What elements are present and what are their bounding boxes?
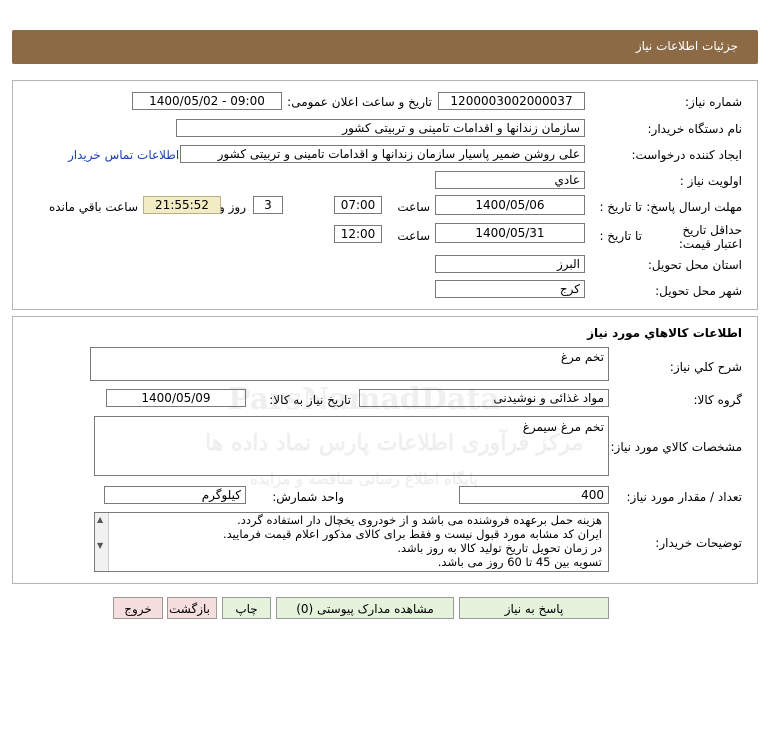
qty-field: 400 bbox=[459, 486, 609, 504]
announce-label: تاریخ و ساعت اعلان عمومی: bbox=[287, 95, 432, 109]
goods-group-label: گروه كالا: bbox=[693, 393, 743, 407]
need-number-field: 1200003002000037 bbox=[438, 92, 585, 110]
validity-time-field: 12:00 bbox=[334, 225, 382, 243]
qty-label: تعداد / مقدار مورد نیاز: bbox=[626, 490, 742, 504]
validity-to-date-label: تا تاریخ : bbox=[599, 229, 642, 243]
need-date-label: تاریخ نیاز به کالا: bbox=[269, 393, 351, 407]
validity-time-label: ساعت bbox=[397, 229, 430, 243]
goods-spec-label: مشخصات كالاي مورد نياز: bbox=[610, 440, 742, 454]
goods-desc-field: تخم مرغ bbox=[90, 347, 609, 381]
scroll-down-icon[interactable]: ▼ bbox=[97, 541, 103, 550]
notes-line: ایران کد مشابه مورد قبول نیست و فقط برای… bbox=[222, 527, 602, 541]
buyer-field: سازمان زندانها و اقدامات تامینی و تربیتی… bbox=[176, 119, 585, 137]
remaining-label: ساعت باقي مانده bbox=[48, 200, 138, 214]
print-button[interactable]: چاپ bbox=[222, 597, 271, 619]
validity-date-field: 1400/05/31 bbox=[435, 223, 585, 243]
creator-label: ایجاد کننده درخواست: bbox=[631, 148, 742, 162]
notes-line: در زمان تحویل تاریخ تولید کالا به روز با… bbox=[397, 541, 602, 555]
goods-desc-label: شرح كلي نياز: bbox=[669, 360, 742, 374]
page-title: جزئیات اطلاعات نیاز bbox=[635, 39, 738, 53]
deadline-time-field: 07:00 bbox=[334, 196, 382, 214]
province-label: استان محل تحویل: bbox=[647, 258, 742, 272]
goods-group-field: مواد غذائی و نوشیدنی bbox=[359, 389, 609, 407]
notes-line: هزینه حمل برعهده فروشنده می باشد و از خو… bbox=[237, 513, 602, 527]
province-field: البرز bbox=[435, 255, 585, 273]
buyer-label: نام دستگاه خریدار: bbox=[647, 122, 743, 136]
view-documents-button[interactable]: مشاهده مدارک پیوستی (0) bbox=[276, 597, 454, 619]
city-field: کرج bbox=[435, 280, 585, 298]
announce-field: 1400/05/02 - 09:00 bbox=[132, 92, 282, 110]
buyer-contact-link[interactable]: اطلاعات تماس خریدار bbox=[68, 148, 179, 162]
exit-button[interactable]: خروج bbox=[113, 597, 163, 619]
goods-spec-field: تخم مرغ سیمرغ bbox=[94, 416, 609, 476]
need-number-label: شماره نیاز: bbox=[685, 95, 742, 109]
page-header: جزئیات اطلاعات نیاز bbox=[12, 30, 758, 64]
notes-line: تسویه بین 45 تا 60 روز می باشد. bbox=[437, 555, 602, 569]
buyer-notes-textarea[interactable]: هزینه حمل برعهده فروشنده می باشد و از خو… bbox=[94, 512, 609, 572]
priority-field: عادي bbox=[435, 171, 585, 189]
remaining-days-field: 3 bbox=[253, 196, 283, 214]
notes-label: توضيحات خريدار: bbox=[655, 536, 742, 550]
unit-field: کیلوگرم bbox=[104, 486, 246, 504]
validity-label: حداقل تاریخ اعتبار قیمت: bbox=[678, 223, 742, 251]
scroll-up-icon[interactable]: ▲ bbox=[97, 515, 103, 524]
need-info-panel bbox=[12, 80, 758, 310]
days-label: روز و bbox=[219, 200, 246, 214]
need-date-field: 1400/05/09 bbox=[106, 389, 246, 407]
priority-label: اولویت نیاز : bbox=[679, 174, 742, 188]
deadline-date-field: 1400/05/06 bbox=[435, 195, 585, 215]
reply-button[interactable]: پاسخ به نیاز bbox=[459, 597, 609, 619]
city-label: شهر محل تحویل: bbox=[655, 284, 742, 298]
back-button[interactable]: بازگشت bbox=[167, 597, 217, 619]
unit-label: واحد شمارش: bbox=[272, 490, 344, 504]
deadline-time-label: ساعت bbox=[397, 200, 430, 214]
creator-field: علی روشن ضمیر پاسیار سازمان زندانها و اق… bbox=[180, 145, 585, 163]
goods-section-title: اطلاعات كالاهاي مورد نياز bbox=[587, 326, 742, 340]
remaining-time-field: 21:55:52 bbox=[143, 196, 221, 214]
deadline-label: مهلت ارسال پاسخ: bbox=[646, 200, 742, 214]
notes-scrollbar[interactable]: ▲ ▼ bbox=[95, 513, 109, 571]
deadline-to-date-label: تا تاریخ : bbox=[599, 200, 642, 214]
